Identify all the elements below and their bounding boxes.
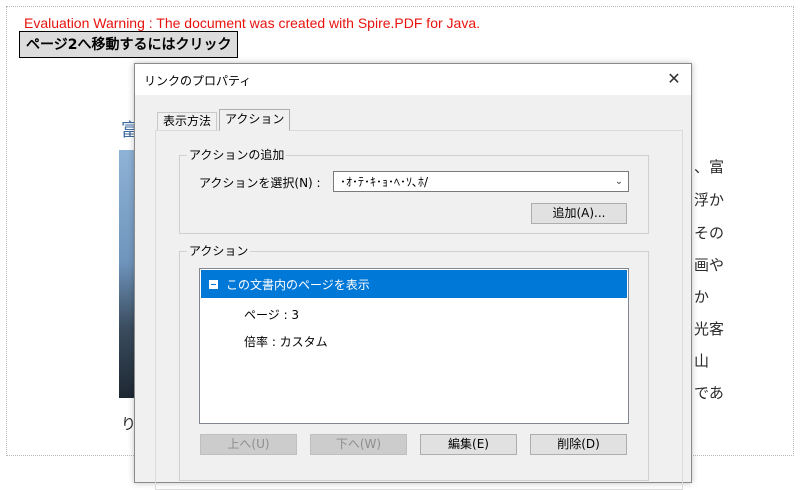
background-text-line: 山 [694,352,710,370]
collapse-icon[interactable] [209,280,218,289]
background-text-line: 光客 [694,320,725,338]
chevron-down-icon[interactable]: ⌄ [610,172,628,191]
tree-child-zoom[interactable]: 倍率 : カスタム [244,333,328,350]
evaluation-warning: Evaluation Warning : The document was cr… [24,15,480,31]
document-link[interactable]: ページ2へ移動するにはクリック [19,31,239,58]
move-up-button[interactable]: 上へ(U) [200,434,297,455]
background-text-line: 浮か [694,191,725,209]
tab-appearance[interactable]: 表示方法 [157,112,218,130]
actions-tree[interactable]: この文書内のページを表示 ページ : 3 倍率 : カスタム [199,268,629,424]
edit-button[interactable]: 編集(E) [420,434,517,455]
delete-button[interactable]: 削除(D) [530,434,627,455]
close-icon[interactable]: ✕ [657,64,691,95]
link-properties-dialog: リンクのプロパティ ✕ 表示方法 アクション アクションの追加 アクションを選択… [134,63,692,490]
actions-group-title: アクション [187,243,251,259]
dialog-title: リンクのプロパティ [144,74,252,88]
add-action-button[interactable]: 追加(A)... [531,203,627,224]
background-text-line: であ [694,384,724,402]
tree-item-selected[interactable]: この文書内のページを表示 [201,270,627,298]
add-action-group-title: アクションの追加 [187,147,287,163]
background-text-line: か [694,288,710,306]
action-type-select[interactable]: ･ｵ･ﾃ･ｷ･ｮ･ﾍ･ｿ､ﾎ/ ⌄ [333,171,629,192]
action-type-selected-value: ･ｵ･ﾃ･ｷ･ｮ･ﾍ･ｿ､ﾎ/ [340,175,429,189]
dialog-titlebar[interactable]: リンクのプロパティ ✕ [135,64,691,95]
select-action-label: アクションを選択(N) : [199,176,321,190]
background-text-line: その [694,224,725,242]
background-text-line: 、富 [694,158,725,176]
move-down-button[interactable]: 下へ(W) [310,434,407,455]
tree-root-label: この文書内のページを表示 [226,278,370,292]
tree-child-page[interactable]: ページ : 3 [244,306,299,323]
tab-actions[interactable]: アクション [219,109,291,131]
background-text-line: 画や [694,256,725,274]
